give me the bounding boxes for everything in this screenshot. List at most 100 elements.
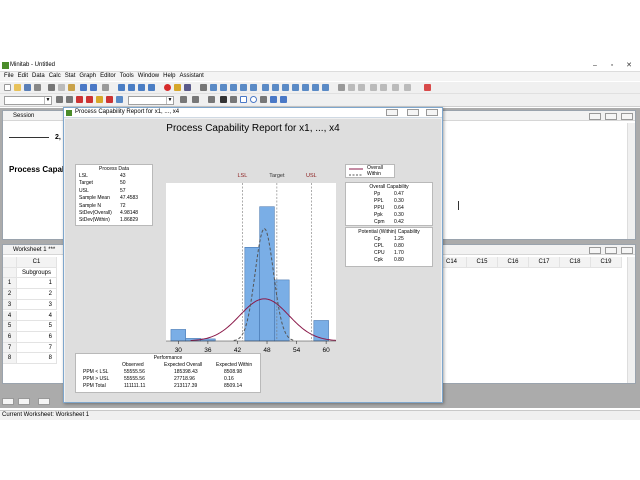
menu-stat[interactable]: Stat [63,72,78,81]
project-manager-icon[interactable] [220,84,227,91]
stat-guide-icon[interactable] [184,84,191,91]
minimize-button[interactable]: – [588,61,602,70]
exec-icon[interactable] [404,84,411,91]
rectangle-tool-icon[interactable] [240,96,247,103]
fx-icon[interactable] [338,84,345,91]
row-header[interactable]: 1 [3,278,17,290]
flag-icon[interactable] [86,96,93,103]
capability-report-window[interactable]: Process Capability Report for x1, ..., x… [63,107,443,403]
insert-col-icon[interactable] [128,84,135,91]
cut-icon[interactable] [48,84,55,91]
col-name-c1[interactable]: Subgroups [17,267,57,279]
maximize-button[interactable]: ▫ [605,61,619,70]
table-cell[interactable]: 7 [17,342,57,354]
calc-icon[interactable] [348,84,355,91]
menu-editor[interactable]: Editor [98,72,118,81]
table-icon[interactable] [292,84,299,91]
related-docs-icon[interactable] [272,84,279,91]
session-minimize-button[interactable] [589,113,601,120]
col-stats-icon[interactable] [380,84,387,91]
menu-assistant[interactable]: Assistant [177,72,205,81]
id-icon[interactable] [66,96,73,103]
table-cell[interactable]: 5 [17,321,57,332]
row-header[interactable]: 3 [3,299,17,311]
report-close-button[interactable] [426,109,438,116]
menu-calc[interactable]: Calc [47,72,63,81]
menu-tools[interactable]: Tools [118,72,136,81]
report-minimize-button[interactable] [386,109,398,116]
chart-icon[interactable] [282,84,289,91]
minimized-window-button[interactable] [2,398,14,405]
col-header-c16[interactable]: C16 [498,257,529,268]
worksheet-maximize-button[interactable] [605,247,617,254]
menu-edit[interactable]: Edit [16,72,30,81]
worksheet-minimize-button[interactable] [589,247,601,254]
row-header[interactable]: 4 [3,310,17,322]
zoom-icon[interactable] [192,96,199,103]
row-header[interactable]: 2 [3,289,17,300]
graph-folder-icon[interactable] [250,84,257,91]
minimized-window-button[interactable] [38,398,50,405]
graph-select[interactable]: ▼ [128,96,174,105]
report-pad-icon[interactable] [262,84,269,91]
col-header-c19[interactable]: C19 [591,257,622,268]
line-tool-icon[interactable] [230,96,237,103]
move-up-icon[interactable] [138,84,145,91]
paste-icon[interactable] [68,84,75,91]
undo-icon[interactable] [80,84,87,91]
dot-icon[interactable] [302,84,309,91]
select-arrow-icon[interactable] [208,96,215,103]
marker-tool-icon[interactable] [260,96,267,103]
table-cell[interactable]: 4 [17,310,57,322]
set-id-icon[interactable] [76,96,83,103]
session-maximize-button[interactable] [605,113,617,120]
table-cell[interactable]: 2 [17,289,57,300]
minimized-window-button[interactable] [18,398,30,405]
menu-window[interactable]: Window [136,72,161,81]
col-header-c15[interactable]: C15 [467,257,498,268]
close-button[interactable]: ✕ [622,61,636,70]
macro-icon[interactable] [392,84,399,91]
menu-file[interactable]: File [0,72,16,81]
worksheet-select[interactable]: ▼ [4,96,52,105]
copy-icon[interactable] [58,84,65,91]
session-window-icon[interactable] [200,84,207,91]
col-header-c18[interactable]: C18 [560,257,591,268]
save-icon[interactable] [24,84,31,91]
arrows-icon[interactable] [116,96,123,103]
menu-data[interactable]: Data [30,72,47,81]
worksheet-scrollbar[interactable] [627,257,635,383]
menu-graph[interactable]: Graph [77,72,98,81]
open-folder-icon[interactable] [14,84,21,91]
text-tool-icon[interactable] [220,96,227,103]
move-down-icon[interactable] [148,84,155,91]
crosshair-icon[interactable] [180,96,187,103]
row-header[interactable]: 6 [3,331,17,343]
menu-help[interactable]: Help [161,72,177,81]
row-header[interactable]: 7 [3,342,17,354]
row-stats-icon[interactable] [370,84,377,91]
brush-color-icon[interactable] [96,96,103,103]
info-window-icon[interactable] [230,84,237,91]
table-cell[interactable]: 1 [17,278,57,290]
worksheet-close-button[interactable] [621,247,633,254]
brush-icon[interactable] [56,96,63,103]
help-icon[interactable] [174,84,181,91]
print-icon[interactable] [34,84,41,91]
ellipse-tool-icon[interactable] [250,96,257,103]
edit-last-dialog-icon[interactable] [102,84,109,91]
cancel-icon[interactable] [164,84,171,91]
histogram-icon[interactable] [322,84,329,91]
new-file-icon[interactable] [4,84,11,91]
col-header-c1[interactable]: C1 [17,257,57,268]
redo-icon[interactable] [90,84,97,91]
polyline-tool-icon[interactable] [270,96,277,103]
sigma-icon[interactable] [358,84,365,91]
row-header[interactable]: 5 [3,321,17,332]
scatter-icon[interactable] [312,84,319,91]
table-cell[interactable]: 3 [17,299,57,311]
worksheet-icon[interactable] [210,84,217,91]
insert-row-icon[interactable] [118,84,125,91]
table-cell[interactable]: 8 [17,353,57,364]
grid-corner[interactable] [3,257,17,268]
